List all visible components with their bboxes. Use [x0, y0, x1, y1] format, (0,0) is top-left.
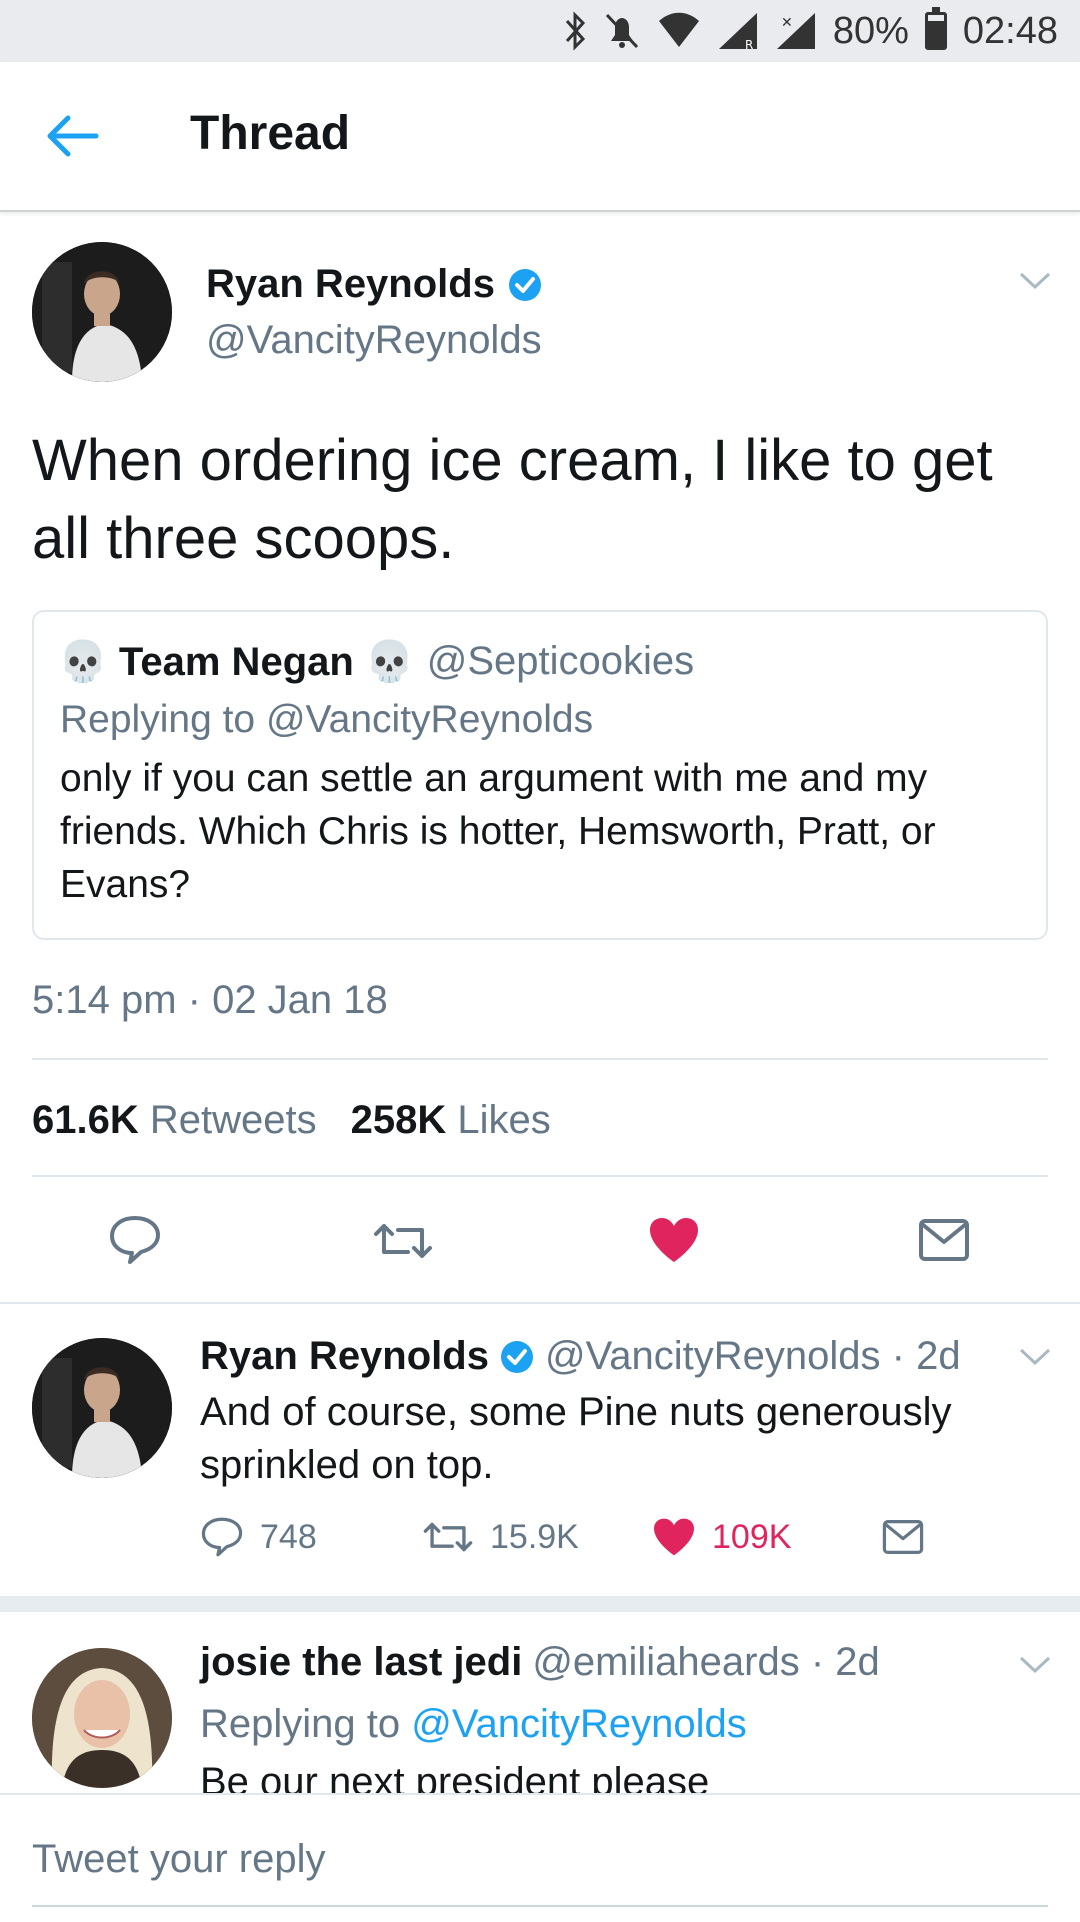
verified-badge-icon — [500, 1340, 533, 1373]
retweet-icon[interactable] — [372, 1220, 434, 1262]
svg-text:R: R — [745, 38, 753, 51]
like-count: 109K — [712, 1517, 792, 1556]
tweet-text: When ordering ice cream, I like to get a… — [32, 428, 993, 571]
chevron-down-icon[interactable] — [1018, 1654, 1052, 1676]
likes-count: 258K — [350, 1098, 447, 1142]
likes-stat[interactable]: 258K Likes — [351, 1098, 551, 1143]
quoted-author-name: 💀 Team Negan 💀 — [58, 640, 415, 684]
avatar[interactable] — [32, 1648, 172, 1788]
direct-message-button[interactable] — [882, 1519, 924, 1555]
reply-count: 748 — [260, 1517, 317, 1556]
reply-author[interactable]: Ryan Reynolds @VancityReynolds · 2d — [200, 1334, 961, 1379]
retweets-count: 61.6K — [32, 1098, 139, 1142]
quoted-tweet[interactable]: 💀 Team Negan 💀 @Septicookies Replying to… — [32, 610, 1048, 940]
clock: 02:48 — [962, 9, 1058, 52]
reply-icon — [201, 1517, 243, 1557]
reply-input[interactable]: Tweet your reply — [32, 1837, 325, 1882]
avatar[interactable] — [32, 1338, 172, 1478]
reply-author[interactable]: josie the last jedi @emiliaheards · 2d — [200, 1640, 880, 1685]
retweet-button[interactable]: 15.9K — [422, 1518, 652, 1557]
thread-separator — [0, 1596, 1080, 1612]
quoted-author: 💀 Team Negan 💀 @Septicookies — [58, 638, 694, 685]
divider — [32, 1058, 1048, 1060]
reply-action-bar: 748 15.9K 109K — [200, 1516, 924, 1558]
avatar[interactable] — [32, 242, 172, 382]
retweet-count: 15.9K — [490, 1517, 579, 1556]
input-underline — [32, 1905, 1048, 1907]
like-heart-icon — [654, 1518, 694, 1556]
svg-text:✕: ✕ — [781, 15, 793, 31]
battery-percent: 80% — [832, 9, 909, 52]
author-handle[interactable]: @VancityReynolds — [206, 318, 542, 363]
signal-2-icon: ✕ — [776, 13, 815, 49]
notifications-off-icon — [605, 13, 638, 49]
back-arrow-icon[interactable] — [44, 112, 100, 160]
reply-icon[interactable] — [108, 1214, 162, 1266]
likes-label: Likes — [457, 1098, 551, 1142]
like-button[interactable]: 109K — [652, 1517, 882, 1557]
battery-icon — [924, 7, 947, 50]
author-name[interactable]: Ryan Reynolds — [206, 262, 543, 307]
like-heart-icon[interactable] — [648, 1216, 700, 1264]
signal-icon: R — [718, 13, 757, 51]
reply-author-handle: @VancityReynolds · 2d — [544, 1334, 961, 1378]
quoted-text: only if you can settle an argument with … — [60, 757, 936, 906]
direct-message-icon — [882, 1520, 924, 1554]
reply-composer[interactable]: Tweet your reply — [0, 1793, 1080, 1922]
quoted-replying-to: Replying to @VancityReynolds — [60, 698, 594, 741]
reply-author-name: josie the last jedi — [200, 1640, 523, 1684]
chevron-down-icon[interactable] — [1018, 270, 1052, 292]
author-name-text: Ryan Reynolds — [206, 262, 495, 306]
retweets-stat[interactable]: 61.6K Retweets — [32, 1098, 317, 1143]
reply-text: And of course, some Pine nuts generously… — [200, 1390, 952, 1487]
retweet-icon — [423, 1522, 473, 1552]
tweet-timestamp: 5:14 pm · 02 Jan 18 — [32, 978, 388, 1022]
chevron-down-icon[interactable] — [1018, 1346, 1052, 1368]
reply-button[interactable]: 748 — [200, 1516, 422, 1558]
wifi-icon — [658, 12, 699, 47]
header-bar: Thread — [0, 62, 1080, 212]
bluetooth-icon — [565, 11, 585, 51]
reply-author-name: Ryan Reynolds — [200, 1334, 489, 1378]
divider — [32, 1175, 1048, 1177]
tweet-stats: 61.6K Retweets 258K Likes — [32, 1098, 551, 1143]
replying-to-prefix: Replying to — [200, 1702, 412, 1746]
separator — [0, 1302, 1080, 1304]
direct-message-icon[interactable] — [918, 1218, 970, 1262]
reply-author-handle: @emiliaheards · 2d — [532, 1640, 880, 1684]
quoted-author-handle: @Septicookies — [426, 639, 695, 683]
replying-to-handle-link[interactable]: @VancityReynolds — [411, 1702, 747, 1746]
page-title: Thread — [190, 107, 351, 160]
retweets-label: Retweets — [149, 1098, 317, 1142]
status-bar: R ✕ 80% 02:48 — [0, 0, 1080, 62]
verified-badge-icon — [508, 268, 541, 301]
replying-to: Replying to @VancityReynolds — [200, 1698, 1020, 1751]
